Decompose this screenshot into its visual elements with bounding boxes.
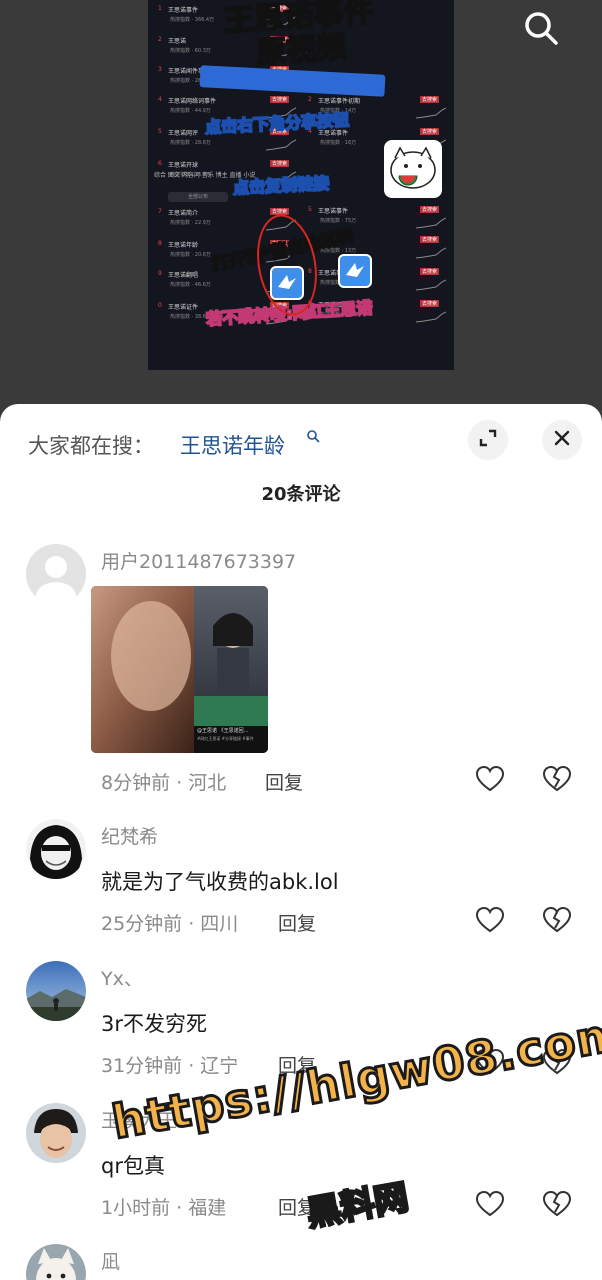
video-row-title: 王思诺网评 <box>168 130 199 137</box>
video-row-rank: 0 <box>158 302 162 309</box>
sparkline-icon <box>416 311 446 323</box>
video-row-rank: 6 <box>158 160 162 167</box>
comment-text: qr包真 <box>101 1154 165 1178</box>
video-row-tag: 去搜索 <box>420 206 440 213</box>
sparkline-icon <box>416 107 446 119</box>
video-row-tag: 去搜索 <box>420 128 440 135</box>
video-row-sub: 热搜指数 · 20.6万 <box>170 252 211 258</box>
video-row-title: 王思诺事件 <box>318 208 349 215</box>
thumb-caption-tags: #网红王思诺 #分享链接 #事件 <box>197 736 254 741</box>
reply-button[interactable]: 回复 <box>265 768 303 795</box>
video-row-tag: 去搜索 <box>420 96 440 103</box>
comment-count: 20条评论 <box>261 484 341 505</box>
comment-text: 就是为了气收费的abk.lol <box>101 870 339 894</box>
sparkline-icon <box>266 139 296 151</box>
app-bird-icon <box>338 254 372 288</box>
video-select: 全部公布 <box>168 192 228 202</box>
video-row-title: 王思诺网络词事件 <box>168 98 217 105</box>
search-icon[interactable] <box>306 428 320 443</box>
video-row-sub: 热搜指数 · 22.9万 <box>170 220 211 226</box>
video-row-rank: 5 <box>158 128 162 135</box>
video-row-tag: 去搜索 <box>420 236 440 243</box>
sparkline-icon <box>416 247 446 259</box>
video-row-sub: 热搜指数 · 46.6万 <box>170 282 211 288</box>
comment-meta: 25分钟前 · 四川 <box>101 913 239 935</box>
dislike-icon[interactable] <box>542 906 572 933</box>
avatar[interactable] <box>26 544 86 604</box>
comment-username[interactable]: 纪梵希 <box>101 822 158 849</box>
comment-username[interactable]: 用户2011487673397 <box>101 547 296 574</box>
comment-sheet: 大家都在搜： 王思诺年龄 20条评论 用户2011487673397 @王思诺 … <box>0 404 602 1280</box>
search-icon[interactable] <box>521 8 561 48</box>
video-row-tag: 去搜索 <box>270 160 290 167</box>
video-row-rank: 8 <box>158 240 162 247</box>
video-row-title: 王思诺年龄 <box>168 242 199 249</box>
sparkline-icon <box>416 279 446 291</box>
video-row-sub: 热搜指数 · 16万 <box>320 140 357 146</box>
video-row-sub: 热搜指数 · 28.6万 <box>170 140 211 146</box>
like-icon[interactable] <box>475 765 505 792</box>
video-row-title: 王思诺翻唱 <box>168 272 199 279</box>
video-row-title: 王思诺简介 <box>168 210 199 217</box>
video-player[interactable]: 1 王思诺事件 热搜指数 · 366.4万 去搜索 2 王思诺 热搜指数 · 60.3万 去搜… <box>0 0 602 420</box>
comment-meta: 8分钟前 · 河北 <box>101 772 227 794</box>
overlay-step-copy: 点击复制链接 <box>232 172 331 198</box>
video-row-rank: 5 <box>308 206 312 213</box>
comment-username[interactable]: 凪 <box>101 1247 120 1274</box>
video-row-rank: 3 <box>158 66 162 73</box>
video-row-rank: 1 <box>158 5 162 12</box>
video-row-sub: 热搜指数 · 38.6万 <box>170 314 211 320</box>
video-row-title: 王思诺事件初期 <box>318 98 361 105</box>
comment-text: 3r不发穷死 <box>101 1012 207 1036</box>
video-row-rank: 9 <box>158 270 162 277</box>
comment-image[interactable]: @王思诺 《王思诺回… #网红王思诺 #分享链接 #事件 <box>91 586 268 753</box>
video-row-tag: 去搜索 <box>270 96 290 103</box>
comment-username[interactable]: Yx、 <box>101 964 143 991</box>
video-row-tag: 去搜索 <box>420 268 440 275</box>
video-row-tag: 去搜索 <box>420 300 440 307</box>
dislike-icon[interactable] <box>542 1190 572 1217</box>
sparkline-icon <box>416 217 446 229</box>
dislike-icon[interactable] <box>542 765 572 792</box>
close-button[interactable] <box>542 420 582 460</box>
video-row-title: 王思诺开球 <box>168 162 199 169</box>
expand-icon <box>478 428 498 452</box>
like-icon[interactable] <box>475 906 505 933</box>
video-row-rank: 2 <box>158 36 162 43</box>
expand-button[interactable] <box>468 420 508 460</box>
hot-search-link[interactable]: 王思诺年龄 <box>180 430 285 460</box>
hot-search-prefix: 大家都在搜： <box>28 434 154 458</box>
video-row-rank: 4 <box>158 96 162 103</box>
reply-button[interactable]: 回复 <box>278 909 316 936</box>
avatar[interactable] <box>26 961 86 1021</box>
video-row-title: 王思诺事件 <box>168 7 199 14</box>
video-row-rank: 2 <box>308 96 312 103</box>
avatar[interactable] <box>26 1103 86 1163</box>
close-icon <box>553 429 571 451</box>
video-row-title: 王思诺证件 <box>168 304 199 311</box>
like-icon[interactable] <box>475 1190 505 1217</box>
avatar[interactable] <box>26 819 86 879</box>
avatar[interactable] <box>26 1244 86 1280</box>
video-row-rank: 7 <box>158 208 162 215</box>
comment-meta: 1小时前 · 福建 <box>101 1197 227 1219</box>
cat-sticker-icon <box>384 140 442 198</box>
comment-meta: 31分钟前 · 辽宁 <box>101 1055 239 1077</box>
thumb-caption: @王思诺 《王思诺回… <box>197 728 249 734</box>
video-row-title: 王思诺 <box>168 38 187 45</box>
